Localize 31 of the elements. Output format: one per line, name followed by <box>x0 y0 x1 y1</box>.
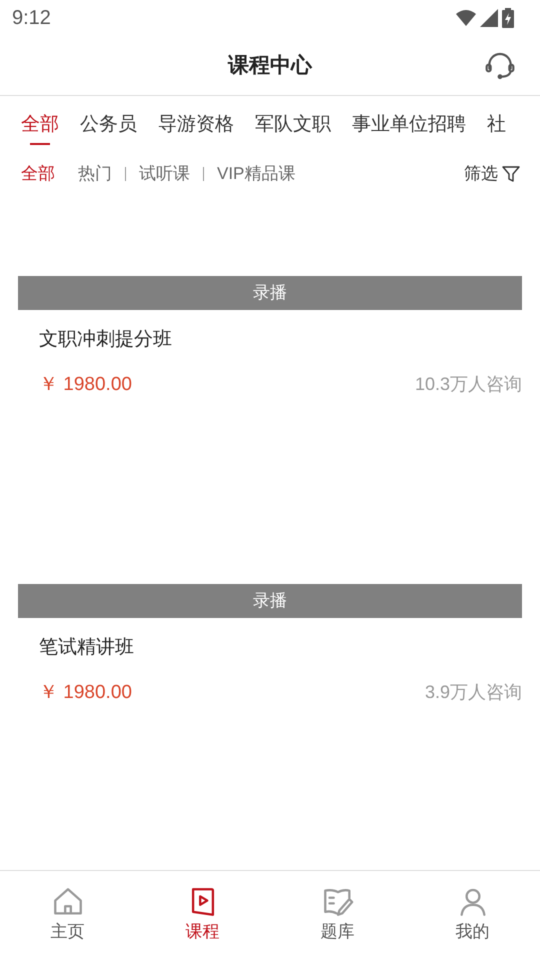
nav-tab[interactable]: 我的 <box>405 871 540 960</box>
course-tag-bar: 录播 <box>18 584 522 618</box>
course-title[interactable]: 笔试精讲班 <box>39 634 522 662</box>
filter-tab[interactable]: 热门 <box>78 161 112 187</box>
tab-underline <box>30 143 50 145</box>
category-tab[interactable]: 社 <box>487 112 506 138</box>
filter-icon <box>502 165 520 183</box>
headset-icon[interactable] <box>484 50 516 82</box>
category-tab[interactable]: 公务员 <box>80 112 137 138</box>
battery-icon <box>502 8 514 28</box>
category-tab[interactable]: 全部 <box>21 112 59 138</box>
status-time: 9:12 <box>12 6 51 31</box>
filter-tab[interactable]: 试听课 <box>139 161 190 187</box>
nav-tab[interactable]: 课程 <box>135 871 270 960</box>
course-price: ￥ 1980.00 <box>39 372 132 396</box>
course-price: ￥ 1980.00 <box>39 680 132 704</box>
filter-tab[interactable]: VIP精品课 <box>217 161 296 187</box>
category-tab[interactable]: 导游资格 <box>158 112 234 138</box>
category-tab[interactable]: 军队文职 <box>255 112 331 138</box>
inquiry-count: 3.9万人咨询 <box>424 681 522 704</box>
signal-icon <box>480 9 498 27</box>
filter-button[interactable]: 筛选 <box>464 161 520 187</box>
course-title[interactable]: 文职冲刺提分班 <box>39 326 522 354</box>
nav-tab[interactable]: 题库 <box>270 871 405 960</box>
wifi-icon <box>456 10 476 26</box>
filter-tab[interactable]: 全部 <box>21 161 55 187</box>
page-title: 课程中心 <box>228 52 312 79</box>
category-tab[interactable]: 事业单位招聘 <box>352 112 466 138</box>
inquiry-count: 10.3万人咨询 <box>414 373 522 396</box>
nav-tab[interactable]: 主页 <box>0 871 135 960</box>
course-tag-bar: 录播 <box>18 276 522 310</box>
